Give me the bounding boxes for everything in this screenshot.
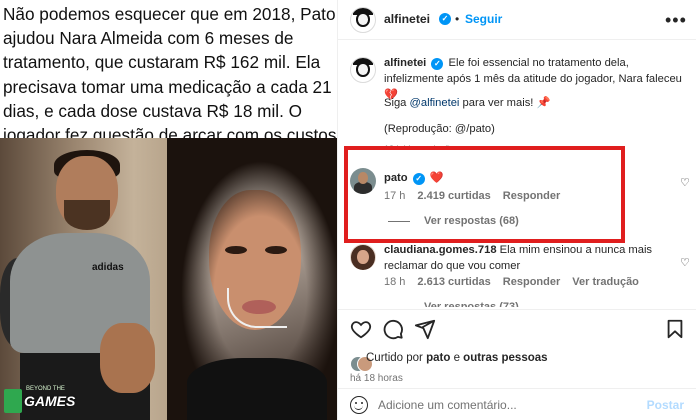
- liked-by-others[interactable]: outras pessoas: [463, 352, 547, 364]
- header-username[interactable]: alfinetei: [384, 12, 430, 26]
- like-heart-icon[interactable]: [350, 318, 372, 340]
- avatar-alfinetei[interactable]: [350, 7, 376, 33]
- post-timestamp: há 18 horas: [350, 373, 403, 384]
- caption-username[interactable]: alfinetei: [384, 57, 426, 69]
- like-comment-heart-icon[interactable]: ♡: [680, 176, 690, 189]
- mention-link[interactable]: @alfinetei: [410, 97, 460, 109]
- share-send-icon[interactable]: [414, 318, 436, 340]
- comment-username[interactable]: claudiana.gomes.718: [384, 244, 497, 256]
- shirt-logo: adidas: [92, 262, 124, 273]
- caption-follow-line: Siga @alfinetei para ver mais! 📌: [384, 97, 551, 109]
- post-image: Não podemos esquecer que em 2018, Pato a…: [0, 0, 337, 420]
- post-header: alfinetei ✓ • Seguir •••: [338, 0, 696, 40]
- post-actions: Curtido por pato e outras pessoas há 18 …: [338, 309, 696, 399]
- verified-badge-icon: ✓: [439, 13, 451, 25]
- comment-likes[interactable]: 2.613 curtidas: [417, 276, 490, 288]
- post-comment-button[interactable]: Postar: [647, 398, 684, 412]
- separator-dot: •: [455, 12, 460, 26]
- view-replies-button[interactable]: Ver respostas (73): [388, 301, 519, 307]
- save-bookmark-icon[interactable]: [664, 318, 686, 340]
- avatar-claudiana[interactable]: [350, 244, 376, 270]
- follow-button[interactable]: Seguir: [465, 12, 502, 26]
- verified-badge-icon: ✓: [431, 58, 444, 70]
- red-highlight-box: [344, 146, 625, 243]
- add-comment-bar: Postar: [338, 388, 696, 420]
- avatar-alfinetei-caption[interactable]: [350, 57, 376, 83]
- games-watermark-logo: BEYOND THE GAMES: [4, 385, 99, 417]
- translate-button[interactable]: Ver tradução: [572, 276, 639, 288]
- comment-input[interactable]: [378, 396, 638, 414]
- comment-meta: 18 h 2.613 curtidas Responder Ver tradução: [384, 276, 651, 288]
- liked-by-text[interactable]: Curtido por pato e outras pessoas: [366, 352, 548, 364]
- caption-credit: (Reprodução: @/pato): [384, 123, 495, 135]
- image-caption-text: Não podemos esquecer que em 2018, Pato a…: [3, 4, 337, 146]
- more-options-icon[interactable]: •••: [665, 11, 687, 29]
- comment-claudiana: claudiana.gomes.718 Ela mim ensinou a nu…: [384, 242, 674, 274]
- emoji-icon[interactable]: [350, 396, 368, 414]
- reply-button[interactable]: Responder: [503, 276, 560, 288]
- photo-woman: [167, 138, 337, 420]
- comments-panel: alfinetei ✓ • Seguir ••• alfinetei ✓ Ele…: [338, 0, 696, 420]
- photo-footballer: adidas: [0, 138, 167, 420]
- liked-by-user[interactable]: pato: [426, 352, 450, 364]
- comment-bubble-icon[interactable]: [382, 318, 404, 340]
- comment-time: 18 h: [384, 276, 406, 288]
- like-comment-heart-icon[interactable]: ♡: [680, 256, 690, 269]
